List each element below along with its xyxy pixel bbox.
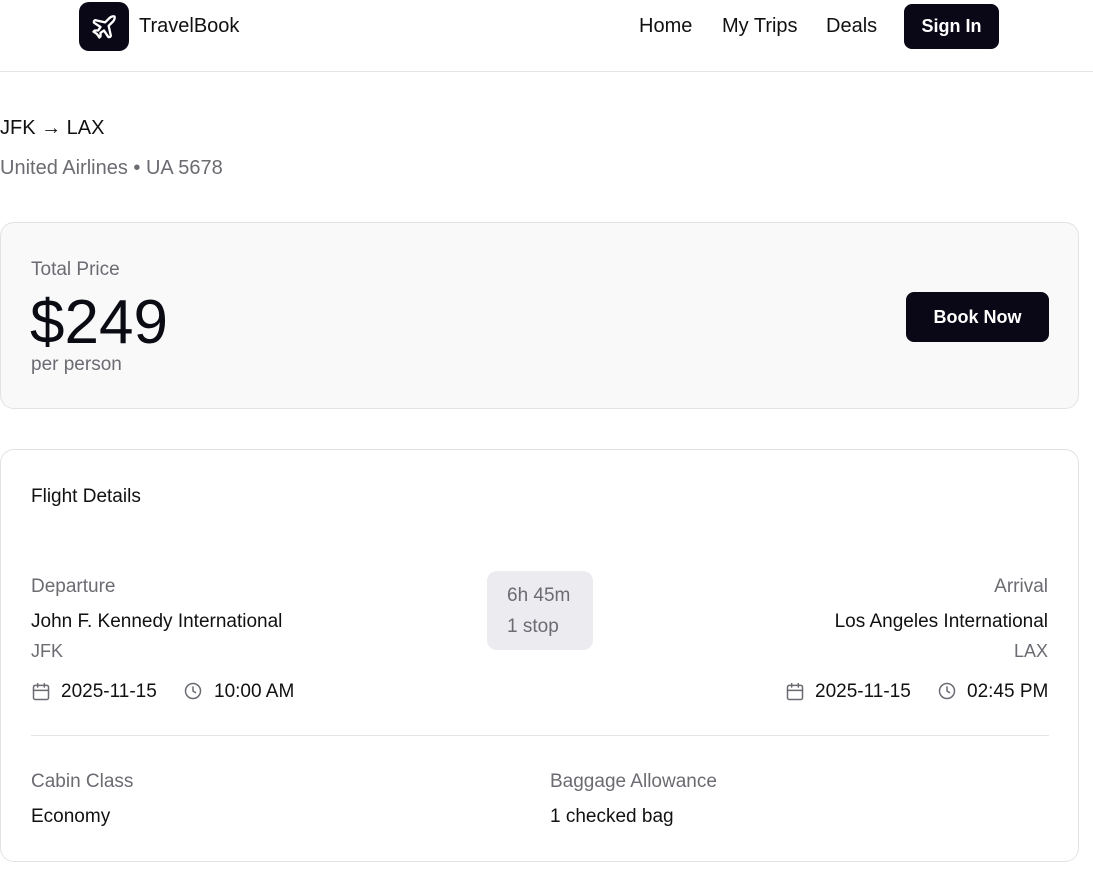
plane-icon bbox=[92, 14, 116, 39]
arrival-airport: Los Angeles International bbox=[834, 611, 1048, 632]
duration-badge: 6h 45m 1 stop bbox=[487, 571, 593, 650]
price-unit: per person bbox=[31, 354, 122, 375]
calendar-icon bbox=[32, 682, 50, 701]
clock-icon bbox=[184, 682, 202, 700]
flight-details-card: Flight Details Departure John F. Kennedy… bbox=[0, 449, 1079, 862]
arrival-time: 02:45 PM bbox=[967, 681, 1049, 702]
sign-in-button[interactable]: Sign In bbox=[904, 4, 999, 49]
departure-code: JFK bbox=[31, 641, 64, 661]
departure-date: 2025-11-15 bbox=[61, 681, 157, 702]
arrival-date: 2025-11-15 bbox=[815, 681, 911, 702]
total-price-label: Total Price bbox=[31, 259, 120, 280]
nav-link-my-trips[interactable]: My Trips bbox=[722, 15, 798, 38]
departure-time: 10:00 AM bbox=[214, 681, 295, 702]
price-card: Total Price $249 per person Book Now bbox=[0, 222, 1079, 409]
departure-airport: John F. Kennedy International bbox=[31, 611, 283, 632]
baggage-allowance-value: 1 checked bag bbox=[550, 806, 674, 827]
logo[interactable] bbox=[79, 2, 129, 51]
cabin-class-value: Economy bbox=[31, 806, 111, 827]
flight-details-title: Flight Details bbox=[31, 486, 141, 507]
nav-link-home[interactable]: Home bbox=[639, 15, 692, 38]
baggage-allowance-label: Baggage Allowance bbox=[550, 771, 717, 792]
book-now-button[interactable]: Book Now bbox=[906, 292, 1049, 342]
divider bbox=[31, 735, 1049, 736]
cabin-class-label: Cabin Class bbox=[31, 771, 134, 792]
arrival-code: LAX bbox=[1013, 641, 1048, 661]
total-price-value: $249 bbox=[30, 288, 168, 357]
arrival-label: Arrival bbox=[994, 576, 1048, 597]
calendar-icon bbox=[786, 682, 804, 701]
nav-link-deals[interactable]: Deals bbox=[826, 15, 877, 38]
flight-stops: 1 stop bbox=[507, 616, 559, 637]
flight-route-title: JFK → LAX bbox=[0, 117, 105, 139]
brand-name[interactable]: TravelBook bbox=[139, 15, 239, 38]
airline-flight-number: United Airlines • UA 5678 bbox=[0, 157, 223, 179]
departure-label: Departure bbox=[31, 576, 116, 597]
flight-duration: 6h 45m bbox=[507, 585, 571, 606]
clock-icon bbox=[938, 682, 956, 700]
top-nav-bar: TravelBook Home My Trips Deals Sign In bbox=[0, 0, 1093, 72]
